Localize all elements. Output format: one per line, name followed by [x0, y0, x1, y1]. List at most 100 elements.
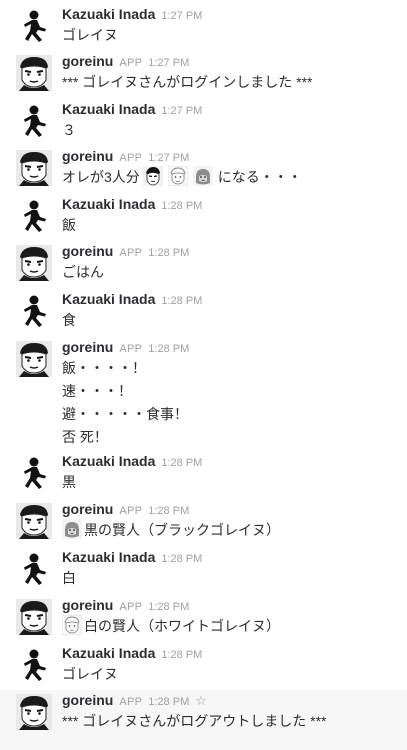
app-badge: APP	[119, 57, 143, 69]
goreinu-avatar[interactable]	[16, 503, 52, 539]
timestamp[interactable]: 1:27 PM	[148, 152, 189, 164]
message-header: Kazuaki Inada 1:27 PM	[62, 99, 403, 119]
timestamp[interactable]: 1:28 PM	[148, 601, 189, 613]
message: Kazuaki Inada 1:28 PM 飯	[0, 194, 407, 240]
message-text-part: 食	[62, 312, 76, 328]
sender-name[interactable]: goreinu	[62, 339, 113, 355]
message-text-part: ゴレイヌ	[62, 666, 118, 682]
sender-name[interactable]: goreinu	[62, 53, 113, 69]
message-header: Kazuaki Inada 1:27 PM	[62, 4, 403, 24]
message-text-part: 黒	[62, 474, 76, 490]
app-badge: APP	[119, 247, 143, 259]
app-badge: APP	[119, 343, 143, 355]
timestamp[interactable]: 1:28 PM	[148, 696, 189, 708]
message-text: オレが3人分 になる・・・	[62, 166, 403, 189]
timestamp[interactable]: 1:28 PM	[148, 343, 189, 355]
message-header: Kazuaki Inada 1:28 PM	[62, 451, 403, 471]
stick-figure-avatar[interactable]	[16, 293, 52, 329]
message-text-part: オレが3人分	[62, 169, 140, 185]
app-badge: APP	[119, 601, 143, 613]
message-body: goreinu APP 1:28 PM 白の賢人（ホワイトゴレイヌ）	[62, 595, 403, 638]
message-text: *** ゴレイヌさんがログインしました ***	[62, 71, 403, 94]
message-body: goreinu APP 1:28 PM ごはん	[62, 241, 403, 284]
message-body: goreinu APP 1:27 PM オレが3人分 になる・・・	[62, 146, 403, 189]
message-text: 避・・・・・食事！	[62, 403, 403, 426]
timestamp[interactable]: 1:28 PM	[161, 553, 202, 565]
timestamp[interactable]: 1:27 PM	[148, 57, 189, 69]
message: goreinu APP 1:27 PM *** ゴレイヌさんがログインしました ***	[0, 51, 407, 98]
message: goreinu APP 1:28 PM 黒の賢人（ブラックゴレイヌ）	[0, 499, 407, 546]
stick-figure-avatar[interactable]	[16, 647, 52, 683]
goreinu-avatar[interactable]	[16, 55, 52, 91]
sender-name[interactable]: Kazuaki Inada	[62, 101, 155, 117]
sender-name[interactable]: Kazuaki Inada	[62, 196, 155, 212]
stick-figure-avatar[interactable]	[16, 198, 52, 234]
message-header: goreinu APP 1:28 PM	[62, 595, 403, 615]
timestamp[interactable]: 1:28 PM	[148, 505, 189, 517]
message: Kazuaki Inada 1:28 PM 黒	[0, 451, 407, 498]
message-text: 飯	[62, 214, 403, 237]
timestamp[interactable]: 1:27 PM	[161, 105, 202, 117]
app-badge: APP	[119, 152, 143, 164]
sender-name[interactable]: Kazuaki Inada	[62, 6, 155, 22]
sender-name[interactable]: goreinu	[62, 148, 113, 164]
message-text-part: 白の賢人（ホワイトゴレイヌ）	[84, 618, 280, 634]
message: goreinu APP 1:28 PM 飯・・・・！ 速・・・！ 避・・・・・食事！ 否 死…	[0, 337, 407, 450]
message-header: goreinu APP 1:28 PM	[62, 499, 403, 519]
timestamp[interactable]: 1:28 PM	[148, 247, 189, 259]
message-text-part: になる・・・	[217, 169, 302, 185]
message: Kazuaki Inada 1:28 PM 白	[0, 547, 407, 594]
message: Kazuaki Inada 1:27 PM ３	[0, 99, 407, 145]
message-text: 白の賢人（ホワイトゴレイヌ）	[62, 615, 403, 638]
timestamp[interactable]: 1:28 PM	[161, 649, 202, 661]
message-body: Kazuaki Inada 1:28 PM 飯	[62, 194, 403, 237]
stick-figure-avatar[interactable]	[16, 455, 52, 491]
sender-name[interactable]: goreinu	[62, 501, 113, 517]
goreinu-avatar[interactable]	[16, 341, 52, 377]
sender-name[interactable]: Kazuaki Inada	[62, 453, 155, 469]
timestamp[interactable]: 1:28 PM	[161, 457, 202, 469]
sender-name[interactable]: Kazuaki Inada	[62, 645, 155, 661]
timestamp[interactable]: 1:27 PM	[161, 10, 202, 22]
message-header: goreinu APP 1:28 PM	[62, 337, 403, 357]
message-text-part: ３	[62, 122, 76, 138]
timestamp[interactable]: 1:28 PM	[161, 295, 202, 307]
message-body: Kazuaki Inada 1:28 PM 食	[62, 289, 403, 332]
message-header: goreinu APP 1:27 PM	[62, 146, 403, 166]
message-text: 白	[62, 567, 403, 590]
message-text: 食	[62, 309, 403, 332]
sender-name[interactable]: goreinu	[62, 597, 113, 613]
message-body: Kazuaki Inada 1:28 PM 黒	[62, 451, 403, 494]
timestamp[interactable]: 1:28 PM	[161, 200, 202, 212]
white-face-emoji	[167, 166, 188, 186]
white-face-emoji	[62, 615, 82, 635]
sender-name[interactable]: goreinu	[62, 243, 113, 259]
message-header: goreinu APP 1:28 PM	[62, 241, 403, 261]
message-header: goreinu APP 1:28 PM ☆	[62, 690, 403, 710]
message-text-part: 黒の賢人（ブラックゴレイヌ）	[84, 522, 280, 538]
message-body: Kazuaki Inada 1:27 PM ゴレイヌ	[62, 4, 403, 47]
message-text-part: *** ゴレイヌさんがログアウトしました ***	[62, 713, 327, 729]
sender-name[interactable]: Kazuaki Inada	[62, 549, 155, 565]
message-body: Kazuaki Inada 1:28 PM ゴレイヌ	[62, 643, 403, 686]
sender-name[interactable]: Kazuaki Inada	[62, 291, 155, 307]
stick-figure-avatar[interactable]	[16, 103, 52, 139]
message: goreinu APP 1:28 PM ごはん	[0, 241, 407, 288]
message: goreinu APP 1:28 PM 白の賢人（ホワイトゴレイヌ）	[0, 595, 407, 642]
sender-name[interactable]: goreinu	[62, 692, 113, 708]
stick-figure-avatar[interactable]	[16, 551, 52, 587]
message-body: goreinu APP 1:28 PM 黒の賢人（ブラックゴレイヌ）	[62, 499, 403, 542]
message: Kazuaki Inada 1:27 PM ゴレイヌ	[0, 4, 407, 50]
gorilla-emoji	[192, 166, 213, 186]
stick-figure-avatar[interactable]	[16, 8, 52, 44]
chat-message-list: Kazuaki Inada 1:27 PM ゴレイヌ goreinu APP 1:27 P…	[0, 0, 407, 750]
goreinu-avatar[interactable]	[16, 150, 52, 186]
message: goreinu APP 1:28 PM ☆ *** ゴレイヌさんがログアウトしました *…	[0, 690, 407, 750]
goreinu-avatar[interactable]	[16, 694, 52, 730]
goreinu-avatar[interactable]	[16, 599, 52, 635]
goreinu-avatar[interactable]	[16, 245, 52, 281]
message-body: goreinu APP 1:28 PM ☆ *** ゴレイヌさんがログアウトしました *…	[62, 690, 403, 733]
message-text-part: 速・・・！	[62, 383, 132, 399]
message-text-part: 白	[62, 570, 76, 586]
star-icon[interactable]: ☆	[195, 693, 207, 708]
